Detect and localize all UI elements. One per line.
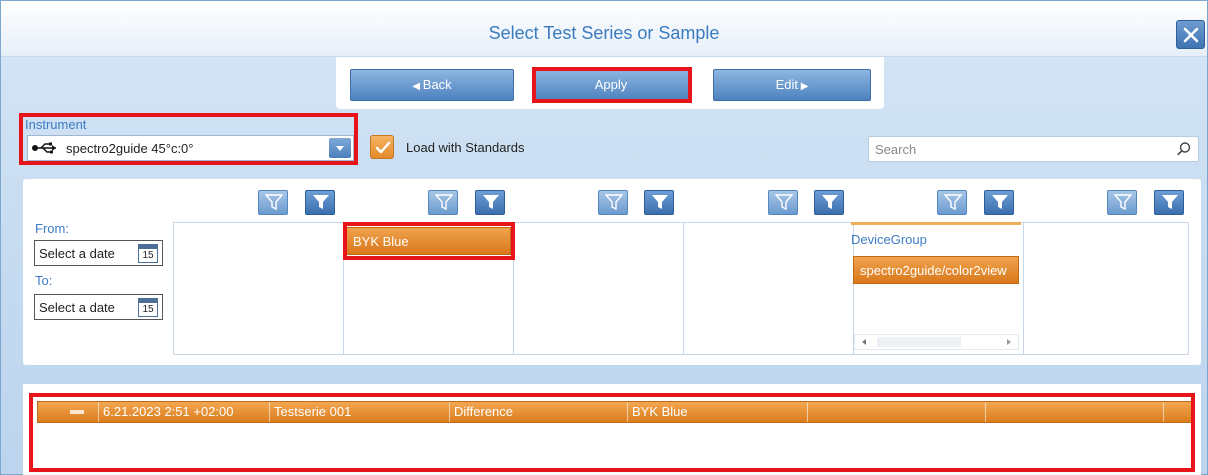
filter-icon — [775, 194, 793, 211]
search-input[interactable] — [869, 137, 1169, 161]
from-label: From: — [35, 221, 69, 236]
cell-empty — [808, 402, 986, 422]
load-standards-label: Load with Standards — [406, 140, 525, 155]
checkmark-icon — [375, 141, 391, 154]
instrument-value: spectro2guide 45°c:0° — [66, 141, 194, 156]
column-header: DeviceGroup — [851, 232, 927, 247]
filter-icon — [265, 194, 283, 211]
cell-empty — [1164, 402, 1192, 422]
search-box — [868, 136, 1199, 162]
filter-icon — [605, 194, 623, 211]
filter-solid-button[interactable] — [1154, 190, 1184, 215]
filter-icon — [992, 195, 1008, 209]
dialog-window: Select Test Series or Sample ◀ Back Appl… — [0, 0, 1208, 475]
row-marker-icon — [70, 410, 84, 414]
dialog-title: Select Test Series or Sample — [488, 23, 720, 43]
usb-icon — [32, 142, 56, 154]
edit-button[interactable]: Edit ▶ — [713, 69, 871, 101]
filter-icon — [313, 195, 329, 209]
filter-outline-button[interactable] — [428, 190, 458, 215]
horizontal-scrollbar[interactable] — [854, 334, 1019, 350]
to-date-text: Select a date — [39, 300, 115, 315]
calendar-icon[interactable]: 15 — [138, 244, 158, 263]
filter-solid-button[interactable] — [984, 190, 1014, 215]
filter-solid-button[interactable] — [814, 190, 844, 215]
cell-datetime: 6.21.2023 2:51 +02:00 — [98, 402, 270, 422]
arrow-left-icon: ◀ — [412, 81, 423, 92]
column-header-underline — [851, 222, 1021, 225]
list-item[interactable]: BYK Blue — [346, 227, 511, 255]
scroll-right-icon[interactable] — [1007, 339, 1011, 345]
filter-column-list[interactable] — [173, 222, 343, 355]
cell-standard: BYK Blue — [628, 402, 808, 422]
filter-icon — [1162, 195, 1178, 209]
instrument-select[interactable]: spectro2guide 45°c:0° — [27, 135, 354, 161]
filter-column-list[interactable] — [513, 222, 683, 355]
to-label: To: — [35, 273, 53, 288]
search-icon[interactable] — [1176, 141, 1192, 157]
filter-solid-button[interactable] — [305, 190, 335, 215]
scrollbar-thumb[interactable] — [877, 337, 961, 347]
filter-column-list[interactable] — [683, 222, 853, 355]
filter-outline-button[interactable] — [937, 190, 967, 215]
filter-outline-button[interactable] — [258, 190, 288, 215]
filter-icon — [1114, 194, 1132, 211]
arrow-right-icon: ▶ — [797, 81, 809, 92]
filter-icon — [944, 194, 962, 211]
filter-outline-button[interactable] — [768, 190, 798, 215]
results-panel — [23, 384, 1201, 475]
close-button[interactable] — [1176, 20, 1205, 49]
from-date-picker[interactable]: Select a date 15 — [34, 240, 163, 266]
cell-series: Testserie 001 — [270, 402, 450, 422]
filter-icon — [652, 195, 668, 209]
close-icon — [1183, 27, 1199, 43]
chevron-down-icon — [336, 146, 344, 151]
cell-empty — [986, 402, 1164, 422]
filter-icon — [483, 195, 499, 209]
list-item[interactable]: spectro2guide/color2view — [853, 256, 1019, 284]
scroll-left-icon[interactable] — [862, 339, 866, 345]
from-date-text: Select a date — [39, 246, 115, 261]
calendar-icon[interactable]: 15 — [138, 298, 158, 317]
filter-outline-button[interactable] — [1107, 190, 1137, 215]
dropdown-button[interactable] — [329, 138, 351, 158]
to-date-picker[interactable]: Select a date 15 — [34, 294, 163, 320]
filter-column-list[interactable] — [1023, 222, 1189, 355]
instrument-label: Instrument — [25, 117, 87, 132]
title-bar: Select Test Series or Sample — [1, 1, 1207, 57]
apply-button[interactable]: Apply — [532, 69, 690, 101]
filter-icon — [822, 195, 838, 209]
filter-icon — [435, 194, 453, 211]
filter-outline-button[interactable] — [598, 190, 628, 215]
load-standards-checkbox[interactable] — [370, 135, 394, 159]
table-row[interactable]: 6.21.2023 2:51 +02:00 Testserie 001 Diff… — [37, 401, 1193, 423]
back-button[interactable]: ◀ Back — [350, 69, 514, 101]
filter-solid-button[interactable] — [475, 190, 505, 215]
filter-solid-button[interactable] — [644, 190, 674, 215]
cell-mode: Difference — [450, 402, 628, 422]
